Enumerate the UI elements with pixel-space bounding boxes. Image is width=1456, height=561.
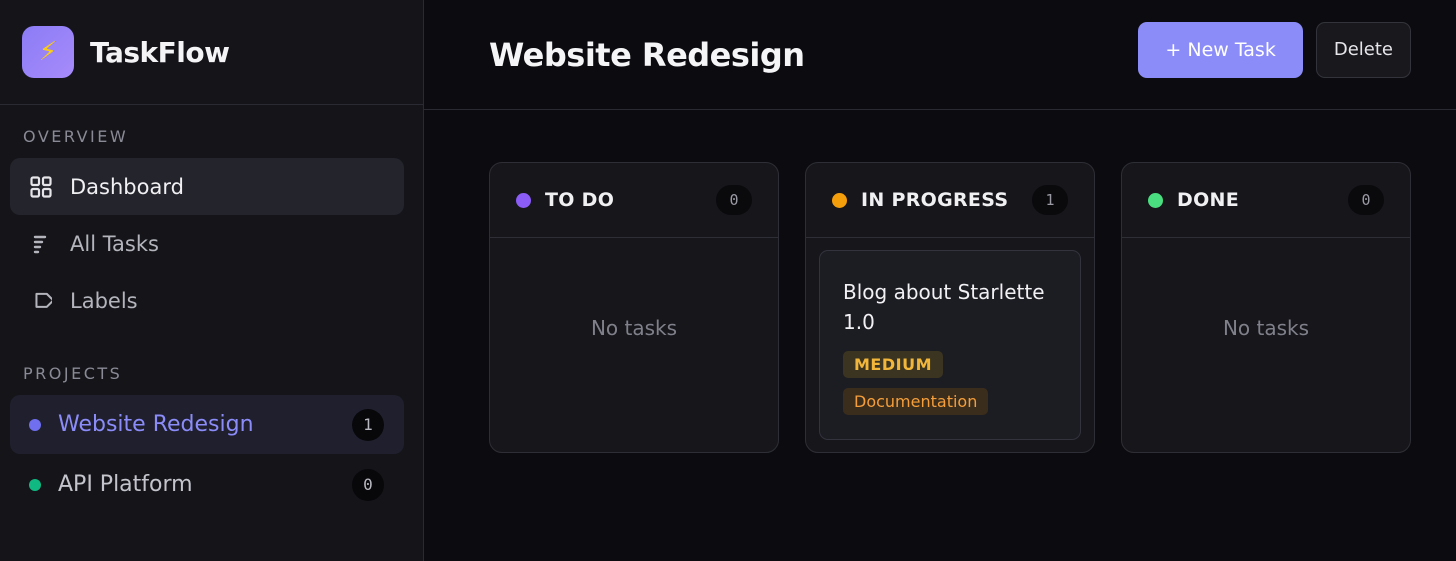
tag-icon [30,290,52,312]
project-task-count: 0 [352,468,384,501]
column-title: TO DO [545,189,615,211]
page-title: Website Redesign [489,35,805,74]
empty-state: No tasks [1222,316,1310,340]
delete-button[interactable]: Delete [1315,21,1411,78]
project-item-website-redesign[interactable]: Website Redesign 1 [10,395,404,454]
status-dot [516,192,531,208]
label-badge: Documentation [843,388,989,415]
column-body: No tasks [1122,238,1410,452]
column-count: 0 [716,185,752,215]
project-task-count: 1 [352,408,384,441]
sidebar-item-all-tasks[interactable]: All Tasks [10,215,404,272]
task-card[interactable]: Blog about Starlette 1.0 MEDIUM Document… [819,250,1081,440]
kanban-board: TO DO 0 No tasks IN PROGRESS 1 Blog abou… [489,162,1411,453]
priority-badge: MEDIUM [843,351,943,378]
page-header: Website Redesign + New Task Delete [424,0,1456,110]
task-title: Blog about Starlette 1.0 [843,280,1045,334]
status-dot [832,192,847,208]
sidebar-item-label: Dashboard [70,174,184,199]
sidebar-item-label: All Tasks [70,231,159,256]
empty-state: No tasks [590,316,678,340]
app-root: ⚡ TaskFlow OVERVIEW Dashboard All Tasks … [0,0,1456,561]
main-content: Website Redesign + New Task Delete TO DO… [424,0,1456,561]
sidebar-item-labels[interactable]: Labels [10,272,404,329]
new-task-button[interactable]: + New Task [1138,21,1303,78]
project-name: API Platform [58,472,193,497]
brand: ⚡ TaskFlow [0,0,423,105]
lightning-logo-icon: ⚡ [22,26,74,78]
sidebar: ⚡ TaskFlow OVERVIEW Dashboard All Tasks … [0,0,424,561]
project-item-api-platform[interactable]: API Platform 0 [10,455,404,514]
column-count: 1 [1032,185,1068,215]
brand-name: TaskFlow [90,35,230,69]
status-dot [1148,192,1163,208]
grid-icon [30,175,52,198]
column-header: TO DO 0 [490,163,778,238]
sidebar-item-label: Labels [70,288,138,313]
column-title: DONE [1177,189,1240,211]
column-title: IN PROGRESS [861,189,1009,211]
header-actions: + New Task Delete [1138,21,1411,78]
column-body: No tasks [490,238,778,452]
project-color-dot [29,478,41,491]
list-icon [30,233,52,255]
column-header: DONE 0 [1122,163,1410,238]
project-name: Website Redesign [58,412,254,437]
column-todo: TO DO 0 No tasks [489,162,779,453]
column-count: 0 [1348,185,1384,215]
column-header: IN PROGRESS 1 [806,163,1094,238]
section-label-overview: OVERVIEW [23,127,129,146]
project-color-dot [29,418,41,431]
column-done: DONE 0 No tasks [1121,162,1411,453]
section-label-projects: PROJECTS [23,364,123,383]
column-in-progress: IN PROGRESS 1 Blog about Starlette 1.0 M… [805,162,1095,453]
sidebar-item-dashboard[interactable]: Dashboard [10,158,404,215]
column-body: Blog about Starlette 1.0 MEDIUM Document… [806,238,1094,452]
